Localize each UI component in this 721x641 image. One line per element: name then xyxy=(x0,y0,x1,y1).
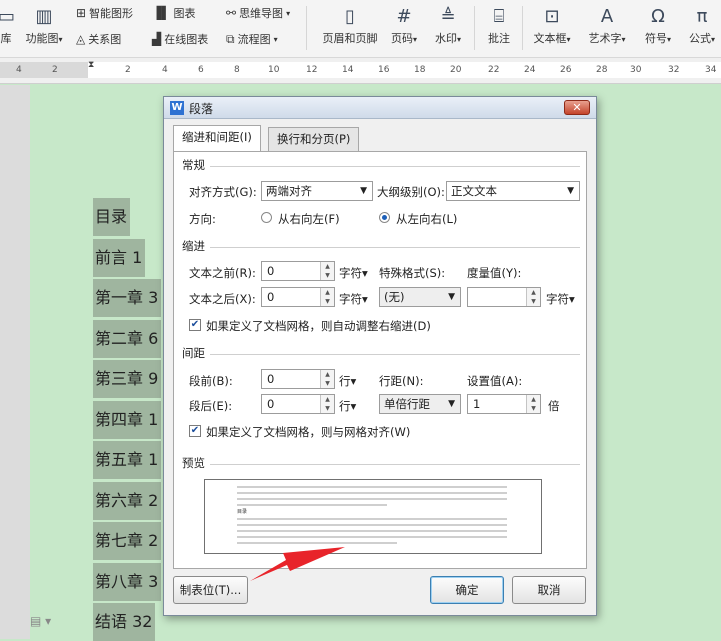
red-arrow-icon xyxy=(250,547,345,581)
annotation-arrow xyxy=(250,547,345,581)
